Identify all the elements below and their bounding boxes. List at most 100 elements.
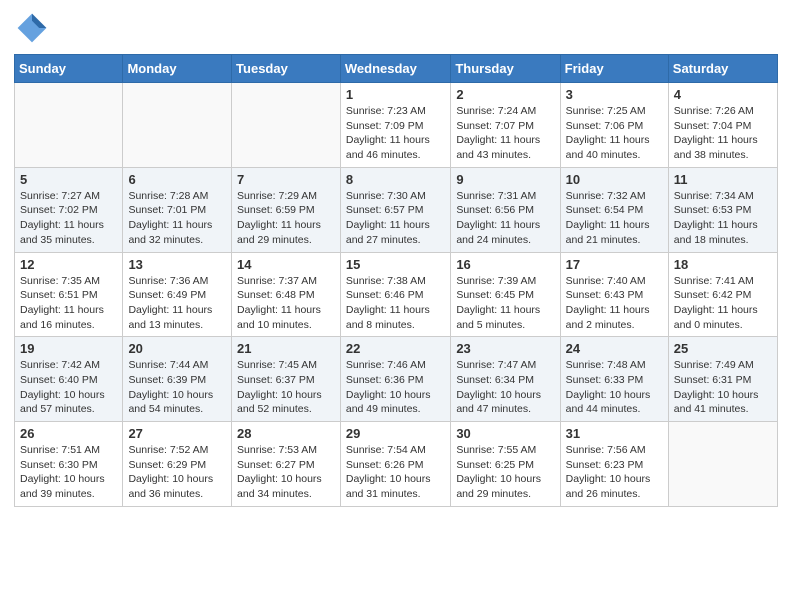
calendar-header-row: SundayMondayTuesdayWednesdayThursdayFrid… <box>15 55 778 83</box>
calendar-cell: 15 Sunrise: 7:38 AMSunset: 6:46 PMDayligh… <box>340 252 450 337</box>
logo <box>14 10 56 46</box>
day-info: Sunrise: 7:23 AMSunset: 7:09 PMDaylight:… <box>346 104 445 163</box>
calendar-cell: 26 Sunrise: 7:51 AMSunset: 6:30 PMDayligh… <box>15 422 123 507</box>
calendar-cell: 20 Sunrise: 7:44 AMSunset: 6:39 PMDayligh… <box>123 337 232 422</box>
calendar-header-saturday: Saturday <box>668 55 777 83</box>
calendar-week-2: 12 Sunrise: 7:35 AMSunset: 6:51 PMDayligh… <box>15 252 778 337</box>
calendar-cell: 22Sunrise: 7:46 AMSunset: 6:36 PMDayligh… <box>340 337 450 422</box>
day-info: Sunrise: 7:53 AMSunset: 6:27 PMDaylight:… <box>237 443 335 502</box>
day-info: Sunrise: 7:28 AMSunset: 7:01 PMDaylight:… <box>128 189 226 248</box>
day-info: Sunrise: 7:26 AMSunset: 7:04 PMDaylight:… <box>674 104 772 163</box>
day-info: Sunrise: 7:55 AMSunset: 6:25 PMDaylight:… <box>456 443 554 502</box>
calendar-header-monday: Monday <box>123 55 232 83</box>
calendar-table: SundayMondayTuesdayWednesdayThursdayFrid… <box>14 54 778 507</box>
calendar-cell: 27 Sunrise: 7:52 AMSunset: 6:29 PMDayligh… <box>123 422 232 507</box>
calendar-cell: 18 Sunrise: 7:41 AMSunset: 6:42 PMDayligh… <box>668 252 777 337</box>
day-number: 22 <box>346 341 445 356</box>
day-info: Sunrise: 7:42 AMSunset: 6:40 PMDaylight:… <box>20 358 117 417</box>
calendar-header-tuesday: Tuesday <box>232 55 341 83</box>
calendar-header-wednesday: Wednesday <box>340 55 450 83</box>
day-number: 28 <box>237 426 335 441</box>
calendar-cell: 9 Sunrise: 7:31 AMSunset: 6:56 PMDaylight… <box>451 167 560 252</box>
calendar-cell: 13 Sunrise: 7:36 AMSunset: 6:49 PMDayligh… <box>123 252 232 337</box>
calendar-cell: 29 Sunrise: 7:54 AMSunset: 6:26 PMDayligh… <box>340 422 450 507</box>
day-info: Sunrise: 7:31 AMSunset: 6:56 PMDaylight:… <box>456 189 554 248</box>
day-number: 5 <box>20 172 117 187</box>
day-number: 26 <box>20 426 117 441</box>
calendar-cell: 5Sunrise: 7:27 AMSunset: 7:02 PMDaylight… <box>15 167 123 252</box>
day-info: Sunrise: 7:38 AMSunset: 6:46 PMDaylight:… <box>346 274 445 333</box>
day-number: 3 <box>566 87 663 102</box>
day-info: Sunrise: 7:40 AMSunset: 6:43 PMDaylight:… <box>566 274 663 333</box>
calendar-cell: 7Sunrise: 7:29 AMSunset: 6:59 PMDaylight… <box>232 167 341 252</box>
day-info: Sunrise: 7:34 AMSunset: 6:53 PMDaylight:… <box>674 189 772 248</box>
day-info: Sunrise: 7:37 AMSunset: 6:48 PMDaylight:… <box>237 274 335 333</box>
calendar-cell: 1Sunrise: 7:23 AMSunset: 7:09 PMDaylight… <box>340 83 450 168</box>
day-info: Sunrise: 7:32 AMSunset: 6:54 PMDaylight:… <box>566 189 663 248</box>
day-info: Sunrise: 7:35 AMSunset: 6:51 PMDaylight:… <box>20 274 117 333</box>
calendar-cell: 4Sunrise: 7:26 AMSunset: 7:04 PMDaylight… <box>668 83 777 168</box>
calendar-cell <box>232 83 341 168</box>
day-number: 30 <box>456 426 554 441</box>
day-number: 8 <box>346 172 445 187</box>
calendar-cell <box>123 83 232 168</box>
calendar-cell: 10 Sunrise: 7:32 AMSunset: 6:54 PMDayligh… <box>560 167 668 252</box>
day-number: 2 <box>456 87 554 102</box>
day-number: 18 <box>674 257 772 272</box>
day-number: 27 <box>128 426 226 441</box>
calendar-cell: 12 Sunrise: 7:35 AMSunset: 6:51 PMDayligh… <box>15 252 123 337</box>
calendar-cell: 31 Sunrise: 7:56 AMSunset: 6:23 PMDayligh… <box>560 422 668 507</box>
day-number: 12 <box>20 257 117 272</box>
day-number: 11 <box>674 172 772 187</box>
day-info: Sunrise: 7:25 AMSunset: 7:06 PMDaylight:… <box>566 104 663 163</box>
day-info: Sunrise: 7:51 AMSunset: 6:30 PMDaylight:… <box>20 443 117 502</box>
day-info: Sunrise: 7:39 AMSunset: 6:45 PMDaylight:… <box>456 274 554 333</box>
day-number: 9 <box>456 172 554 187</box>
day-number: 24 <box>566 341 663 356</box>
calendar-cell: 28 Sunrise: 7:53 AMSunset: 6:27 PMDayligh… <box>232 422 341 507</box>
day-info: Sunrise: 7:49 AMSunset: 6:31 PMDaylight:… <box>674 358 772 417</box>
day-number: 13 <box>128 257 226 272</box>
header <box>14 10 778 46</box>
day-info: Sunrise: 7:36 AMSunset: 6:49 PMDaylight:… <box>128 274 226 333</box>
calendar-week-1: 5Sunrise: 7:27 AMSunset: 7:02 PMDaylight… <box>15 167 778 252</box>
day-number: 20 <box>128 341 226 356</box>
day-info: Sunrise: 7:24 AMSunset: 7:07 PMDaylight:… <box>456 104 554 163</box>
day-number: 29 <box>346 426 445 441</box>
day-number: 16 <box>456 257 554 272</box>
day-number: 23 <box>456 341 554 356</box>
page: SundayMondayTuesdayWednesdayThursdayFrid… <box>0 0 792 612</box>
day-info: Sunrise: 7:41 AMSunset: 6:42 PMDaylight:… <box>674 274 772 333</box>
day-number: 15 <box>346 257 445 272</box>
calendar-cell: 30 Sunrise: 7:55 AMSunset: 6:25 PMDayligh… <box>451 422 560 507</box>
day-info: Sunrise: 7:44 AMSunset: 6:39 PMDaylight:… <box>128 358 226 417</box>
day-info: Sunrise: 7:47 AMSunset: 6:34 PMDaylight:… <box>456 358 554 417</box>
day-info: Sunrise: 7:30 AMSunset: 6:57 PMDaylight:… <box>346 189 445 248</box>
day-number: 31 <box>566 426 663 441</box>
day-number: 6 <box>128 172 226 187</box>
day-number: 17 <box>566 257 663 272</box>
day-number: 10 <box>566 172 663 187</box>
day-info: Sunrise: 7:56 AMSunset: 6:23 PMDaylight:… <box>566 443 663 502</box>
day-number: 7 <box>237 172 335 187</box>
day-info: Sunrise: 7:54 AMSunset: 6:26 PMDaylight:… <box>346 443 445 502</box>
calendar-cell <box>668 422 777 507</box>
calendar-cell: 3 Sunrise: 7:25 AMSunset: 7:06 PMDaylight… <box>560 83 668 168</box>
calendar-cell: 23 Sunrise: 7:47 AMSunset: 6:34 PMDayligh… <box>451 337 560 422</box>
calendar-cell: 24Sunrise: 7:48 AMSunset: 6:33 PMDayligh… <box>560 337 668 422</box>
day-number: 25 <box>674 341 772 356</box>
calendar-cell: 2 Sunrise: 7:24 AMSunset: 7:07 PMDaylight… <box>451 83 560 168</box>
day-number: 14 <box>237 257 335 272</box>
calendar-header-friday: Friday <box>560 55 668 83</box>
day-info: Sunrise: 7:52 AMSunset: 6:29 PMDaylight:… <box>128 443 226 502</box>
logo-icon <box>14 10 50 46</box>
day-number: 19 <box>20 341 117 356</box>
calendar-cell: 11 Sunrise: 7:34 AMSunset: 6:53 PMDayligh… <box>668 167 777 252</box>
calendar-week-0: 1Sunrise: 7:23 AMSunset: 7:09 PMDaylight… <box>15 83 778 168</box>
calendar-cell: 8 Sunrise: 7:30 AMSunset: 6:57 PMDaylight… <box>340 167 450 252</box>
calendar-header-sunday: Sunday <box>15 55 123 83</box>
day-info: Sunrise: 7:45 AMSunset: 6:37 PMDaylight:… <box>237 358 335 417</box>
calendar-cell: 25 Sunrise: 7:49 AMSunset: 6:31 PMDayligh… <box>668 337 777 422</box>
calendar-cell: 19 Sunrise: 7:42 AMSunset: 6:40 PMDayligh… <box>15 337 123 422</box>
calendar-cell: 6 Sunrise: 7:28 AMSunset: 7:01 PMDaylight… <box>123 167 232 252</box>
